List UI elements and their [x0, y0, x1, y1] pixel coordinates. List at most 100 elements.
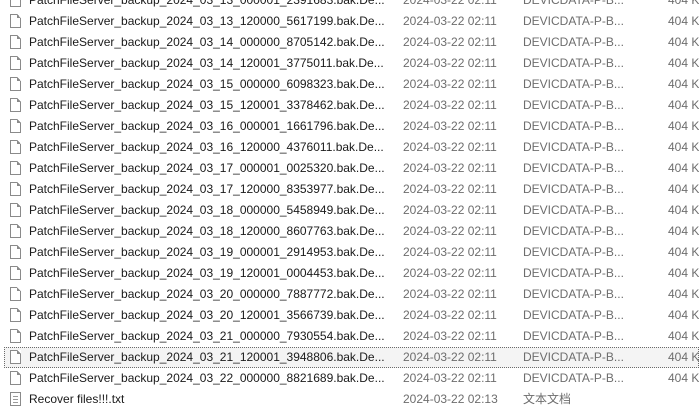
file-type: DEVICDATA-P-B...: [523, 77, 624, 91]
file-name: PatchFileServer_backup_2024_03_21_000000…: [29, 329, 385, 343]
file-row[interactable]: PatchFileServer_backup_2024_03_19_000001…: [0, 242, 699, 263]
file-row[interactable]: Recover files!!!.txt 2024-03-22 02:13 文本文档: [0, 389, 699, 407]
file-row[interactable]: PatchFileServer_backup_2024_03_13_000001…: [0, 0, 699, 11]
file-icon: [10, 224, 21, 238]
file-name: PatchFileServer_backup_2024_03_20_120001…: [29, 308, 385, 322]
file-icon: [10, 308, 21, 322]
file-icon: [10, 161, 21, 175]
file-icon-cell: [10, 242, 24, 263]
file-type: DEVICDATA-P-B...: [523, 98, 624, 112]
file-size: 404 K: [668, 203, 699, 217]
file-icon: [10, 140, 21, 154]
file-row[interactable]: PatchFileServer_backup_2024_03_20_000000…: [0, 284, 699, 305]
file-row[interactable]: PatchFileServer_backup_2024_03_20_120001…: [0, 305, 699, 326]
file-row[interactable]: PatchFileServer_backup_2024_03_18_000000…: [0, 200, 699, 221]
file-type: DEVICDATA-P-B...: [523, 14, 624, 28]
file-date-modified: 2024-03-22 02:11: [403, 371, 497, 385]
file-icon-cell: [10, 221, 24, 242]
file-row[interactable]: PatchFileServer_backup_2024_03_17_120000…: [0, 179, 699, 200]
file-icon-cell: [10, 53, 24, 74]
file-type: DEVICDATA-P-B...: [523, 224, 624, 238]
file-icon-cell: [10, 95, 24, 116]
file-type: DEVICDATA-P-B...: [523, 350, 624, 364]
file-icon-cell: [10, 74, 24, 95]
file-row[interactable]: PatchFileServer_backup_2024_03_15_000000…: [0, 74, 699, 95]
file-icon: [10, 371, 21, 385]
file-size: 404 K: [668, 35, 699, 49]
file-icon-cell: [10, 389, 24, 407]
file-date-modified: 2024-03-22 02:11: [403, 14, 497, 28]
file-name: PatchFileServer_backup_2024_03_19_000001…: [29, 245, 385, 259]
file-name: PatchFileServer_backup_2024_03_15_120001…: [29, 98, 385, 112]
file-rows: PatchFileServer_backup_2024_03_13_000001…: [0, 0, 699, 407]
file-name: PatchFileServer_backup_2024_03_13_000001…: [29, 0, 385, 7]
file-type: DEVICDATA-P-B...: [523, 371, 624, 385]
file-name: PatchFileServer_backup_2024_03_21_120001…: [29, 350, 385, 364]
file-row[interactable]: PatchFileServer_backup_2024_03_13_120000…: [0, 11, 699, 32]
text-document-icon: [10, 392, 21, 406]
file-date-modified: 2024-03-22 02:11: [403, 0, 497, 7]
file-row[interactable]: PatchFileServer_backup_2024_03_17_000001…: [0, 158, 699, 179]
file-name: PatchFileServer_backup_2024_03_15_000000…: [29, 77, 385, 91]
file-icon-cell: [10, 116, 24, 137]
file-row[interactable]: PatchFileServer_backup_2024_03_14_000000…: [0, 32, 699, 53]
file-date-modified: 2024-03-22 02:11: [403, 161, 497, 175]
file-row[interactable]: PatchFileServer_backup_2024_03_16_000001…: [0, 116, 699, 137]
file-size: 404 K: [668, 77, 699, 91]
file-size: 404 K: [668, 350, 699, 364]
file-type: DEVICDATA-P-B...: [523, 203, 624, 217]
file-type: DEVICDATA-P-B...: [523, 329, 624, 343]
file-name: PatchFileServer_backup_2024_03_17_000001…: [29, 161, 385, 175]
file-icon-cell: [10, 200, 24, 221]
file-name: PatchFileServer_backup_2024_03_18_000000…: [29, 203, 385, 217]
file-row[interactable]: PatchFileServer_backup_2024_03_19_120001…: [0, 263, 699, 284]
file-icon-cell: [10, 305, 24, 326]
file-icon-cell: [10, 32, 24, 53]
file-icon: [10, 203, 21, 217]
file-icon: [10, 245, 21, 259]
file-icon: [10, 35, 21, 49]
file-date-modified: 2024-03-22 02:11: [403, 329, 497, 343]
file-type: DEVICDATA-P-B...: [523, 56, 624, 70]
file-name: PatchFileServer_backup_2024_03_22_000000…: [29, 371, 385, 385]
file-icon: [10, 0, 21, 7]
file-icon-cell: [10, 137, 24, 158]
file-type: DEVICDATA-P-B...: [523, 245, 624, 259]
file-row[interactable]: PatchFileServer_backup_2024_03_14_120001…: [0, 53, 699, 74]
file-date-modified: 2024-03-22 02:11: [403, 308, 497, 322]
file-size: 404 K: [668, 56, 699, 70]
file-row[interactable]: PatchFileServer_backup_2024_03_18_120000…: [0, 221, 699, 242]
file-size: 404 K: [668, 371, 699, 385]
file-row[interactable]: PatchFileServer_backup_2024_03_16_120000…: [0, 137, 699, 158]
file-icon-cell: [10, 11, 24, 32]
file-icon-cell: [10, 326, 24, 347]
file-size: 404 K: [668, 182, 699, 196]
file-size: [668, 389, 699, 407]
file-size: 404 K: [668, 98, 699, 112]
file-size: 404 K: [668, 161, 699, 175]
file-date-modified: 2024-03-22 02:11: [403, 119, 497, 133]
file-date-modified: 2024-03-22 02:11: [403, 77, 497, 91]
file-size: 404 K: [668, 287, 699, 301]
file-icon: [10, 329, 21, 343]
file-row[interactable]: PatchFileServer_backup_2024_03_21_120001…: [0, 347, 699, 368]
file-size: 404 K: [668, 266, 699, 280]
file-name: PatchFileServer_backup_2024_03_19_120001…: [29, 266, 385, 280]
file-icon: [10, 350, 21, 364]
file-type: DEVICDATA-P-B...: [523, 35, 624, 49]
file-date-modified: 2024-03-22 02:13: [403, 392, 498, 406]
file-date-modified: 2024-03-22 02:11: [403, 266, 497, 280]
file-size: 404 K: [668, 308, 699, 322]
file-size: 404 K: [668, 119, 699, 133]
file-row[interactable]: PatchFileServer_backup_2024_03_21_000000…: [0, 326, 699, 347]
file-icon: [10, 77, 21, 91]
file-row[interactable]: PatchFileServer_backup_2024_03_15_120001…: [0, 95, 699, 116]
file-name: PatchFileServer_backup_2024_03_17_120000…: [29, 182, 385, 196]
file-name: PatchFileServer_backup_2024_03_16_120000…: [29, 140, 384, 154]
file-type: DEVICDATA-P-B...: [523, 0, 624, 7]
file-row[interactable]: PatchFileServer_backup_2024_03_22_000000…: [0, 368, 699, 389]
file-size: 404 K: [668, 14, 699, 28]
file-date-modified: 2024-03-22 02:11: [403, 224, 497, 238]
file-date-modified: 2024-03-22 02:11: [403, 35, 497, 49]
file-icon: [10, 119, 21, 133]
